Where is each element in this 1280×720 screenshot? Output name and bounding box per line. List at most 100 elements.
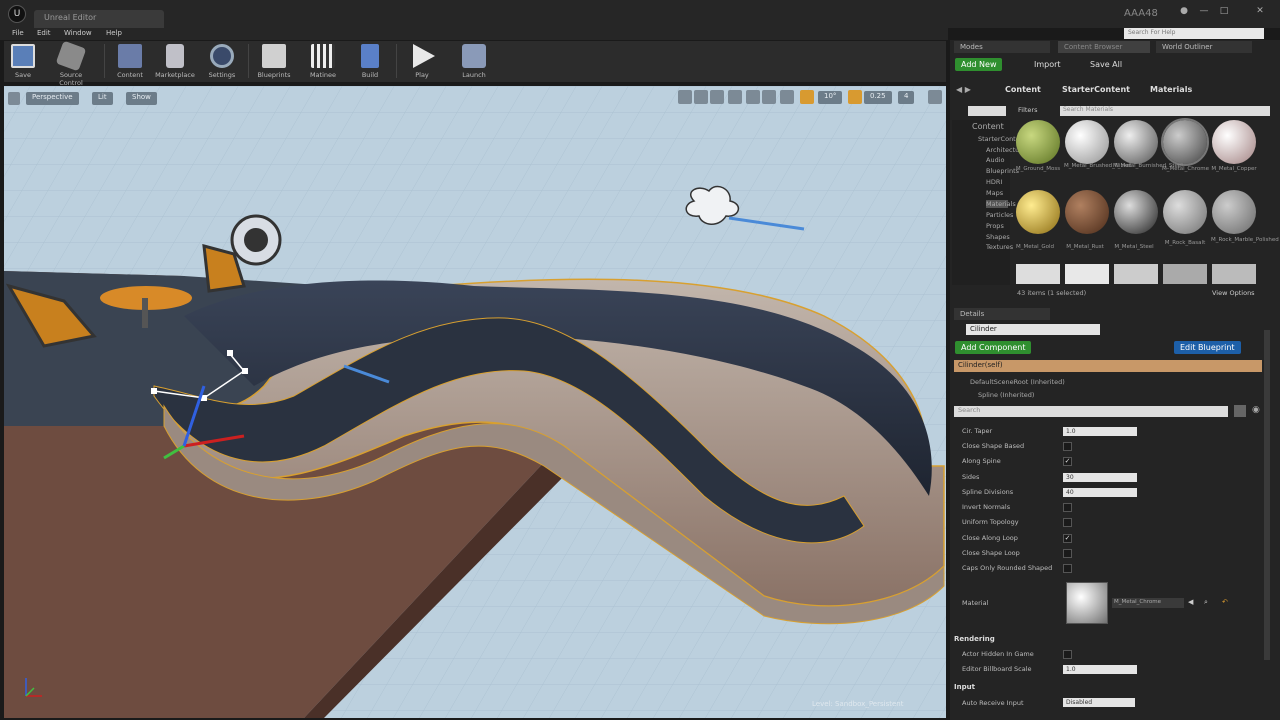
add-new-button[interactable]: Add New [955,58,1003,71]
asset-thumb[interactable] [1065,120,1109,164]
prop-number-field[interactable]: 1.0 [1063,427,1137,436]
tree-item[interactable]: Audio [986,156,1004,164]
save-button[interactable]: Save [2,42,44,82]
launch-button[interactable]: Launch [453,42,495,82]
prop-checkbox-checked[interactable]: ✓ [1063,457,1072,466]
asset-thumb[interactable] [1212,190,1256,234]
back-icon[interactable]: ◀ ▶ [956,85,971,94]
material-dropdown[interactable]: M_Metal_Chrome [1112,598,1184,608]
spline-point[interactable] [242,368,248,374]
grid-snap-icon[interactable] [762,90,776,104]
play-button[interactable]: Play [401,42,443,82]
angle-snap-value[interactable]: 10° [818,91,843,104]
spline-point[interactable] [151,388,157,394]
tree-item[interactable]: Content [972,122,1004,131]
asset-search-input[interactable]: Search Materials [1060,106,1270,116]
asset-thumb[interactable] [1163,190,1207,234]
tree-item[interactable]: Maps [986,189,1003,197]
details-search-input[interactable]: Search [954,406,1228,417]
show-button[interactable]: Show [126,92,157,105]
build-button[interactable]: Build [349,42,391,82]
tab-details[interactable]: Details [954,308,1050,320]
browse-icon[interactable]: ⌕ [1204,598,1208,607]
level-viewport[interactable] [4,86,946,718]
perspective-button[interactable]: Perspective [26,92,79,105]
prop-number-field[interactable]: 1.0 [1063,665,1137,674]
material-thumbnail[interactable] [1066,582,1108,624]
level-tab[interactable]: Unreal Editor [34,10,164,28]
tree-item[interactable]: Shapes [986,233,1010,241]
prop-checkbox[interactable] [1063,442,1072,451]
prop-checkbox[interactable] [1063,549,1072,558]
blueprints-button[interactable]: Blueprints [253,42,295,82]
marketplace-button[interactable]: Marketplace [153,42,197,82]
tab-world-outliner[interactable]: World Outliner [1156,41,1252,53]
folder-search-input[interactable] [968,106,1006,116]
component-spline[interactable]: Spline (Inherited) [978,391,1034,399]
spline-point[interactable] [227,350,233,356]
scale-icon[interactable] [710,90,724,104]
angle-snap-icon[interactable] [800,90,814,104]
breadcrumb-content[interactable]: Content [1005,85,1041,94]
rendering-section[interactable]: Rendering [954,635,995,643]
asset-thumb[interactable] [1016,120,1060,164]
prop-checkbox-checked[interactable]: ✓ [1063,534,1072,543]
asset-thumb[interactable] [1065,190,1109,234]
camera-speed-button[interactable]: 4 [898,91,915,104]
source-control-button[interactable]: Source Control [49,40,93,87]
asset-thumb[interactable] [1114,190,1158,234]
prop-checkbox[interactable] [1063,518,1072,527]
maximize-icon[interactable]: □ [1216,6,1232,18]
property-matrix-icon[interactable] [1234,405,1246,417]
content-button[interactable]: Content [109,42,151,82]
menu-window[interactable]: Window [64,29,92,37]
edit-blueprint-button[interactable]: Edit Blueprint [1174,341,1241,354]
visibility-eye-icon[interactable]: ◉ [1252,405,1264,417]
breadcrumb-startercontent[interactable]: StarterContent [1062,85,1130,94]
tree-item[interactable]: Particles [986,211,1013,219]
auto-receive-dropdown[interactable]: Disabled [1063,698,1135,707]
translate-icon[interactable] [678,90,692,104]
tree-item[interactable]: Props [986,222,1004,230]
tab-content-browser[interactable]: Content Browser [1058,41,1150,53]
asset-thumb[interactable] [1212,120,1256,164]
menu-file[interactable]: File [12,29,24,37]
matinee-button[interactable]: Matinee [302,42,344,82]
reset-icon[interactable]: ↶ [1222,598,1228,606]
save-all-button[interactable]: Save All [1090,60,1122,69]
prop-number-field[interactable]: 30 [1063,473,1137,482]
scale-snap-icon[interactable] [848,90,862,104]
lit-button[interactable]: Lit [92,92,113,105]
prop-checkbox[interactable] [1063,564,1072,573]
prop-checkbox[interactable] [1063,650,1072,659]
use-selected-icon[interactable]: ◀ [1188,598,1193,606]
menu-help[interactable]: Help [106,29,122,37]
asset-thumb[interactable] [1016,190,1060,234]
tree-item[interactable]: Textures [986,243,1013,251]
prop-number-field[interactable]: 40 [1063,488,1137,497]
input-section[interactable]: Input [954,683,975,691]
close-icon[interactable]: ✕ [1252,6,1268,18]
settings-button[interactable]: Settings [201,42,243,82]
world-local-icon[interactable] [728,90,742,104]
tab-modes[interactable]: Modes [954,41,1050,53]
prop-checkbox[interactable] [1063,503,1072,512]
maximize-viewport-icon[interactable] [928,90,942,104]
add-component-button[interactable]: Add Component [955,341,1032,354]
import-button[interactable]: Import [1034,60,1061,69]
grid-size-icon[interactable] [780,90,794,104]
filters-button[interactable]: Filters [1018,106,1037,114]
details-scrollbar[interactable] [1264,330,1270,660]
asset-thumb[interactable] [1114,120,1158,164]
component-root[interactable]: DefaultSceneRoot (Inherited) [970,378,1065,386]
minimize-icon[interactable]: — [1196,6,1212,18]
view-options-button[interactable]: View Options [1212,289,1255,297]
scale-snap-value[interactable]: 0.25 [864,91,892,104]
asset-thumb-selected[interactable] [1161,118,1209,166]
notification-icon[interactable]: ● [1176,6,1192,18]
rotate-icon[interactable] [694,90,708,104]
breadcrumb-materials[interactable]: Materials [1150,85,1192,94]
viewport-options-icon[interactable] [8,92,20,105]
actor-name-input[interactable]: Cilinder [966,324,1100,335]
tree-item[interactable]: HDRI [986,178,1002,186]
